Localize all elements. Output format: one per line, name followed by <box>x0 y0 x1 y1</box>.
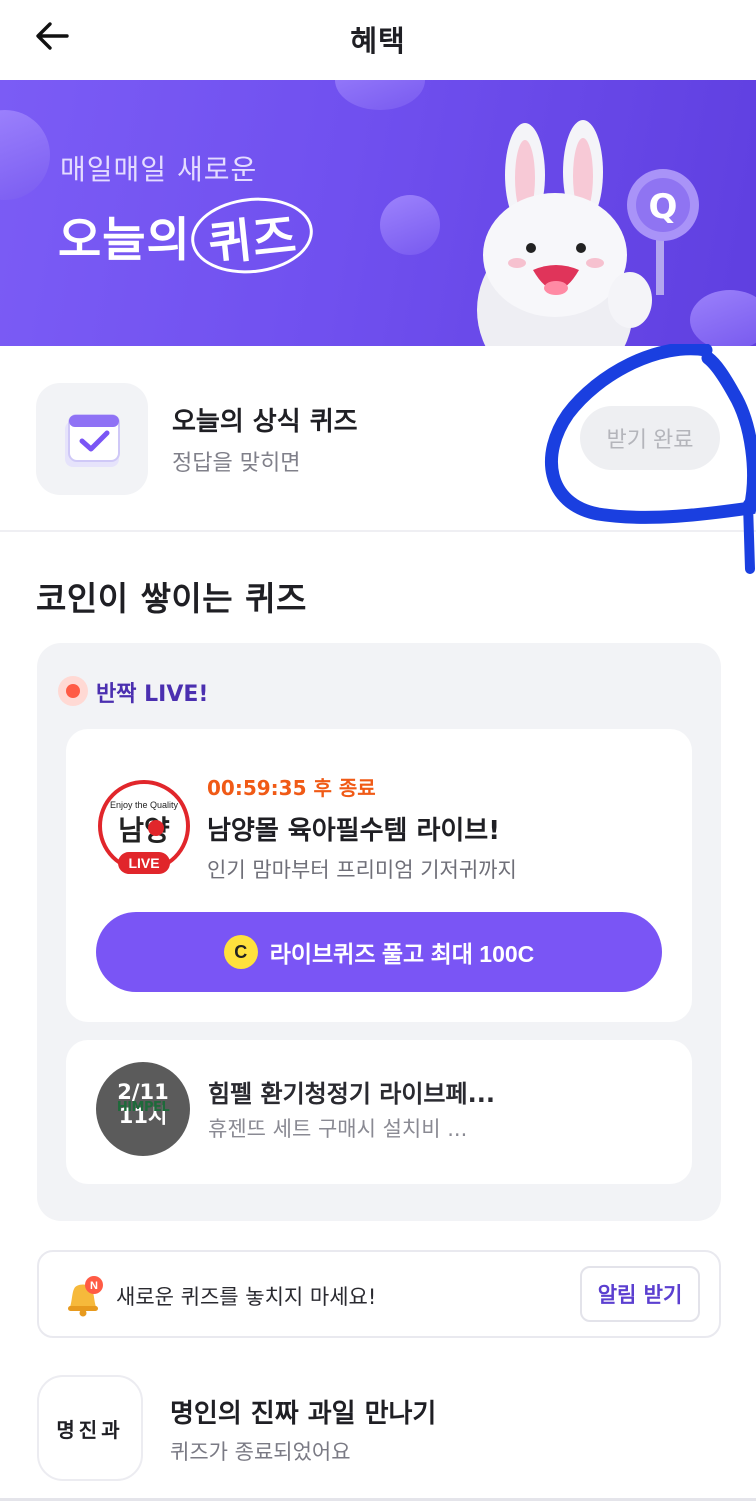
banner-title-prefix: 오늘의 <box>58 213 191 268</box>
logo-tagline: Enjoy the Quality <box>110 800 179 810</box>
bunny-mascot-icon: Q <box>477 120 699 346</box>
badge-brand: HIMPEL <box>116 1100 170 1115</box>
live-quiz-cta-button[interactable]: C 라이브퀴즈 풀고 최대 100C <box>96 912 662 992</box>
coin-icon: C <box>223 935 258 969</box>
cta-label: 라이브퀴즈 풀고 최대 100C <box>269 941 535 967</box>
bell-icon: N <box>68 1276 103 1317</box>
myeongjingwa-logo: 명진과 <box>37 1375 143 1481</box>
live-label: 반짝 LIVE! <box>96 682 209 707</box>
ended-quiz-status: 퀴즈가 종료되었어요 <box>170 1440 351 1464</box>
notification-text: 새로운 퀴즈를 놓치지 마세요! <box>116 1285 377 1309</box>
ended-quiz-title[interactable]: 명인의 진짜 과일 만나기 <box>170 1393 436 1430</box>
section-title: 코인이 쌓이는 퀴즈 <box>36 579 307 618</box>
live-indicator-icon <box>58 676 88 706</box>
calendar-check-icon <box>36 383 148 495</box>
upcoming-live-title: 힘펠 환기청정기 라이브페... <box>208 1080 495 1108</box>
page-title: 혜택 <box>350 24 406 58</box>
today-quiz-row[interactable]: 오늘의 상식 퀴즈 정답을 맞히면 받기 완료 <box>0 346 756 532</box>
banner-title: 오늘의 퀴즈 <box>58 191 317 280</box>
namyang-live-logo-icon: Enjoy the Quality 남양 LIVE <box>98 780 190 874</box>
bell-badge: N <box>90 1280 98 1292</box>
top-app-bar: 혜택 <box>0 0 756 80</box>
mascot-q-badge: Q <box>649 187 678 227</box>
today-quiz-subtitle: 정답을 맞히면 <box>172 451 301 476</box>
quiz-banner[interactable]: 매일매일 새로운 오늘의 퀴즈 Q <box>0 80 756 346</box>
logo-live-text: LIVE <box>128 855 159 871</box>
received-complete-button[interactable]: 받기 완료 <box>580 406 720 470</box>
today-quiz-title: 오늘의 상식 퀴즈 <box>172 407 358 437</box>
decorative-coin-icon <box>335 80 425 110</box>
banner-title-highlight: 퀴즈 <box>187 191 317 280</box>
get-notification-button[interactable]: 알림 받기 <box>580 1266 700 1322</box>
live-quiz-title: 남양몰 육아필수템 라이브! <box>207 816 501 846</box>
upcoming-live-subtitle: 휴젠뜨 세트 구매시 설치비 ... <box>208 1117 468 1141</box>
decorative-coin-icon <box>380 195 440 255</box>
upcoming-date-badge: 2/11 11시 HIMPEL <box>96 1062 190 1156</box>
banner-subtitle: 매일매일 새로운 <box>60 153 258 186</box>
decorative-coin-icon <box>0 110 50 200</box>
live-quiz-subtitle: 인기 맘마부터 프리미엄 기저귀까지 <box>207 858 517 882</box>
live-countdown-timer: 00:59:35 후 종료 <box>207 776 376 800</box>
